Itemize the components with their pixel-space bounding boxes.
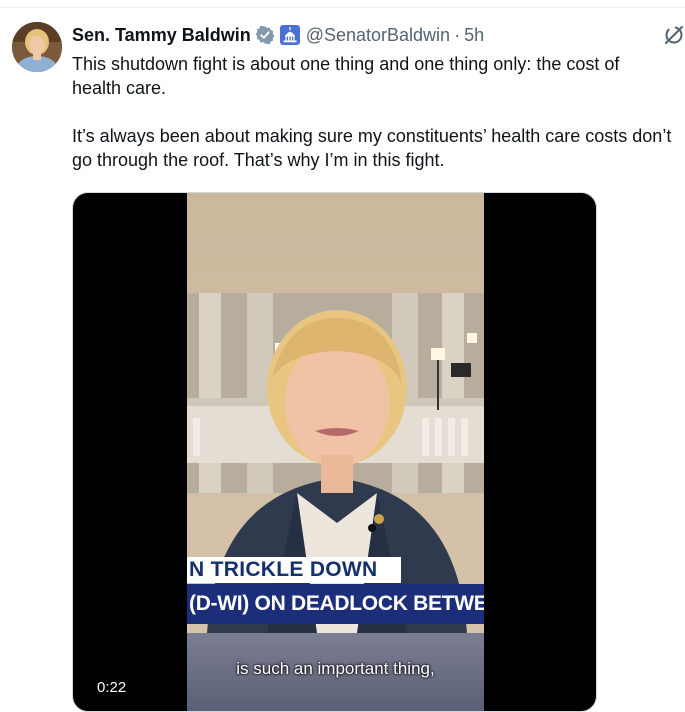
capitol-building-icon[interactable]: [279, 25, 300, 45]
grok-icon[interactable]: [663, 24, 685, 46]
news-chyron-bottom: (D-WI) ON DEADLOCK BETWEEN PA: [187, 584, 484, 624]
video-caption: is such an important thing,: [236, 659, 435, 678]
video-duration: 0:22: [89, 677, 135, 699]
video-frame[interactable]: N TRICKLE DOWN (D-WI) ON DEADLOCK BETWEE…: [187, 193, 484, 711]
tweet-text: This shutdown fight is about one thing a…: [72, 52, 672, 172]
tweet-paragraph: This shutdown fight is about one thing a…: [72, 54, 620, 98]
tweet-paragraph: It’s always been about making sure my co…: [72, 126, 672, 170]
tweet-header: Sen. Tammy Baldwin @SenatorBaldwin · 5h: [72, 24, 484, 46]
avatar[interactable]: [12, 22, 62, 72]
video-player[interactable]: N TRICKLE DOWN (D-WI) ON DEADLOCK BETWEE…: [72, 192, 597, 712]
video-still-image: [187, 193, 484, 711]
author-handle[interactable]: @SenatorBaldwin: [306, 25, 450, 46]
divider: [0, 7, 685, 8]
tweet-timestamp[interactable]: 5h: [464, 25, 484, 46]
verified-badge-icon[interactable]: [255, 25, 275, 45]
news-chyron-top: N TRICKLE DOWN: [187, 557, 401, 583]
author-name[interactable]: Sen. Tammy Baldwin: [72, 25, 251, 46]
separator-dot: ·: [454, 24, 461, 45]
